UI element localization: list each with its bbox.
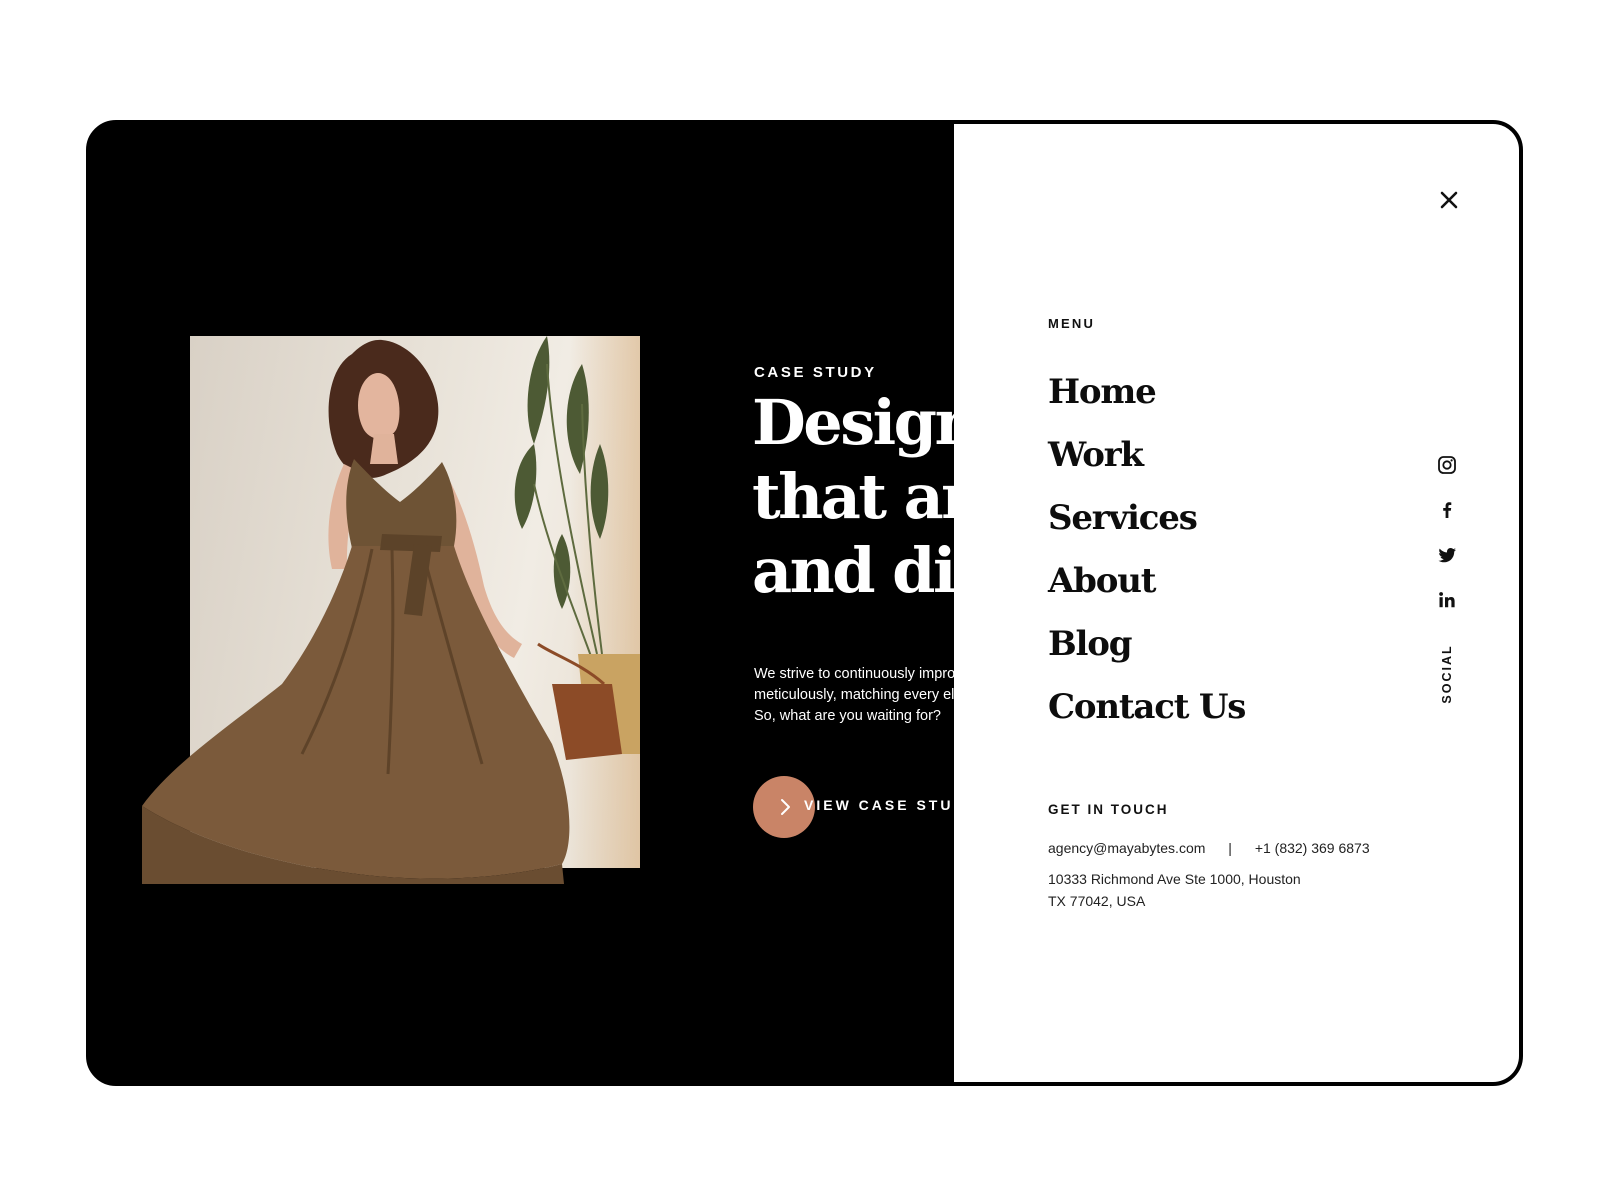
headline-line-3: and dis <box>752 534 954 607</box>
social-label: SOCIAL <box>1432 644 1462 704</box>
hero-eyebrow: CASE STUDY <box>754 364 877 381</box>
linkedin-icon[interactable] <box>1436 589 1458 611</box>
nav-item-work[interactable]: Work <box>1048 435 1245 498</box>
nav-item-services[interactable]: Services <box>1048 498 1245 561</box>
main-nav: Home Work Services About Blog Contact Us <box>1048 372 1246 750</box>
contact-line: agency@mayabytes.com | +1 (832) 369 6873 <box>1048 840 1370 856</box>
facebook-icon[interactable] <box>1436 499 1458 521</box>
contact-address: 10333 Richmond Ave Ste 1000, Houston TX … <box>1048 871 1301 909</box>
social-links <box>1436 454 1458 634</box>
hero-headline: Design that are and dis <box>752 386 954 608</box>
headline-line-2: that are <box>752 460 954 533</box>
view-case-study-button[interactable]: VIEW CASE STUD <box>753 776 954 838</box>
contact-separator: | <box>1228 840 1232 856</box>
social-label-text: SOCIAL <box>1440 644 1454 704</box>
hero-section: CASE STUDY Design that are and dis We st… <box>90 124 954 1082</box>
nav-item-about[interactable]: About <box>1048 561 1245 624</box>
contact-email[interactable]: agency@mayabytes.com <box>1048 840 1205 856</box>
menu-panel: MENU Home Work Services About Blog Conta… <box>954 124 1519 1082</box>
cta-label: VIEW CASE STUD <box>804 797 954 813</box>
headline-line-1: Design <box>752 386 954 459</box>
close-icon[interactable] <box>1435 186 1463 214</box>
nav-item-blog[interactable]: Blog <box>1048 624 1245 687</box>
device-frame: CASE STUDY Design that are and dis We st… <box>86 120 1523 1086</box>
chevron-right-icon <box>781 799 790 815</box>
nav-item-contact-us[interactable]: Contact Us <box>1048 687 1246 750</box>
woman-in-dress-image <box>142 336 640 884</box>
instagram-icon[interactable] <box>1436 454 1458 476</box>
get-in-touch-heading: GET IN TOUCH <box>1048 802 1169 817</box>
menu-heading: MENU <box>1048 316 1096 331</box>
nav-item-home[interactable]: Home <box>1048 372 1245 435</box>
hero-body: We strive to continuously impro meticulo… <box>754 666 954 724</box>
contact-phone[interactable]: +1 (832) 369 6873 <box>1255 840 1370 856</box>
hero-photo <box>142 324 652 884</box>
twitter-icon[interactable] <box>1436 544 1458 566</box>
